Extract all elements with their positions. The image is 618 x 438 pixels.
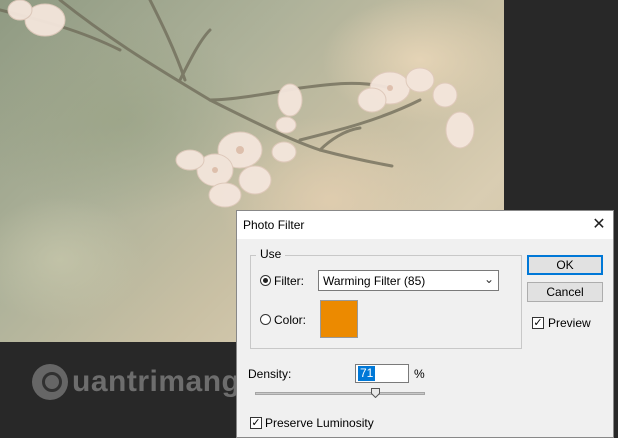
checkmark-icon: ✓ <box>533 317 543 329</box>
filter-radio[interactable] <box>260 275 271 286</box>
color-label: Color: <box>274 313 307 327</box>
color-swatch[interactable] <box>320 300 358 338</box>
color-radio[interactable] <box>260 314 271 325</box>
checkmark-icon: ✓ <box>251 417 261 429</box>
watermark-text: uantrimang <box>72 365 241 398</box>
ok-button[interactable]: OK <box>527 255 603 275</box>
density-value: 71 <box>358 366 376 381</box>
cancel-button[interactable]: Cancel <box>527 282 603 302</box>
dialog-title: Photo Filter <box>243 218 305 232</box>
dialog-titlebar: Photo Filter ✕ <box>237 211 613 239</box>
use-group-label: Use <box>256 247 286 261</box>
filter-dropdown[interactable]: Warming Filter (85) ⌄ <box>318 270 499 291</box>
density-input[interactable]: 71 <box>355 364 409 383</box>
close-icon[interactable]: ✕ <box>585 211 613 239</box>
watermark-logo-icon <box>32 364 68 400</box>
preserve-luminosity-checkbox[interactable]: ✓ <box>250 417 262 429</box>
watermark: uantrimang <box>32 364 240 400</box>
density-slider-track[interactable] <box>255 392 425 395</box>
chevron-down-icon: ⌄ <box>483 272 494 286</box>
photo-filter-dialog: Photo Filter ✕ Use Filter: Warming Filte… <box>236 210 614 438</box>
filter-dropdown-value: Warming Filter (85) <box>323 274 426 288</box>
slider-thumb-icon[interactable] <box>371 388 381 398</box>
density-unit: % <box>414 367 425 381</box>
filter-label: Filter: <box>274 274 304 288</box>
preview-checkbox[interactable]: ✓ <box>532 317 544 329</box>
density-label: Density: <box>248 367 292 381</box>
preserve-luminosity-label: Preserve Luminosity <box>265 416 374 430</box>
preview-label: Preview <box>548 316 591 330</box>
